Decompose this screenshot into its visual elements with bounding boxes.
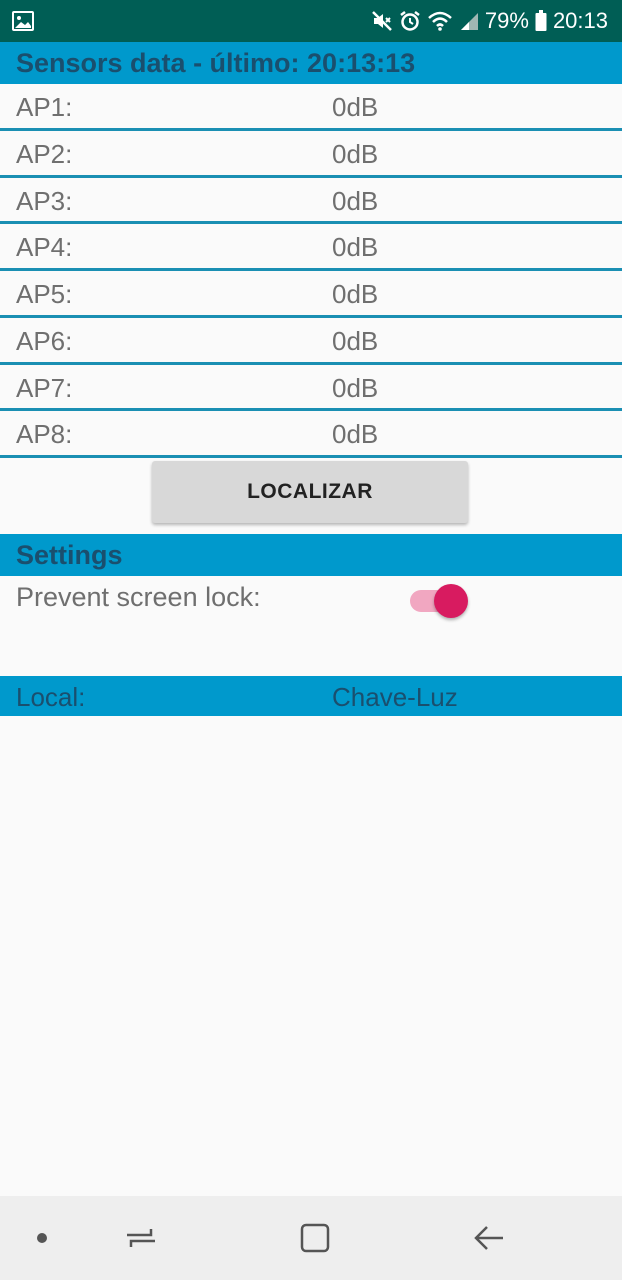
- ap-row-2: AP2: 0dB: [0, 131, 622, 178]
- location-bar: Local: Chave-Luz: [0, 676, 622, 716]
- prevent-lock-label: Prevent screen lock:: [16, 582, 261, 612]
- ap-row-6: AP6: 0dB: [0, 318, 622, 365]
- wifi-icon: [427, 10, 453, 32]
- location-label: Local:: [16, 682, 86, 712]
- alarm-icon: [399, 10, 421, 32]
- toggle-thumb: [434, 584, 468, 618]
- ap-row-1: AP1: 0dB: [0, 84, 622, 131]
- ap-row-3: AP3: 0dB: [0, 178, 622, 225]
- mute-icon: [371, 10, 393, 32]
- ap-row-8: AP8: 0dB: [0, 411, 622, 458]
- ap-label: AP2:: [16, 138, 73, 169]
- ap-row-4: AP4: 0dB: [0, 224, 622, 271]
- location-value: Chave-Luz: [332, 682, 458, 712]
- ap-value: 0dB: [332, 232, 379, 263]
- ap-value: 0dB: [332, 325, 379, 356]
- navigation-bar: [0, 1196, 622, 1280]
- ap-value: 0dB: [332, 92, 379, 122]
- app-screen: 79% 20:13 Sensors data - último: 20:13:1…: [0, 0, 622, 1280]
- recents-icon[interactable]: [118, 1196, 164, 1280]
- ap-label: AP3:: [16, 185, 73, 216]
- battery-percent: 79%: [484, 8, 529, 33]
- clock-time: 20:13: [552, 8, 608, 33]
- ap-list: AP1: 0dB AP2: 0dB AP3: 0dB AP4: 0dB AP5:…: [0, 84, 622, 458]
- ap-label: AP7:: [16, 372, 73, 403]
- localizar-button[interactable]: LOCALIZAR: [152, 461, 468, 523]
- sensors-header: Sensors data - último: 20:13:13: [0, 42, 622, 84]
- ap-value: 0dB: [332, 372, 379, 403]
- ap-value: 0dB: [332, 419, 379, 450]
- ap-label: AP8:: [16, 419, 73, 450]
- signal-icon: [459, 11, 479, 31]
- prevent-lock-toggle[interactable]: [410, 584, 470, 618]
- image-icon: [12, 11, 34, 31]
- ap-label: AP6:: [16, 325, 73, 356]
- battery-icon: [535, 10, 547, 32]
- sensors-header-title: Sensors data - último: 20:13:13: [16, 47, 416, 78]
- ap-row-7: AP7: 0dB: [0, 365, 622, 412]
- back-icon[interactable]: [466, 1196, 512, 1280]
- ap-value: 0dB: [332, 185, 379, 216]
- ap-value: 0dB: [332, 279, 379, 309]
- status-bar: 79% 20:13: [0, 0, 622, 42]
- ap-label: AP1:: [16, 92, 73, 122]
- dot-icon[interactable]: [20, 1196, 64, 1280]
- ap-label: AP4:: [16, 232, 73, 263]
- ap-label: AP5:: [16, 279, 73, 309]
- home-icon[interactable]: [292, 1196, 338, 1280]
- settings-header: Settings: [0, 534, 622, 576]
- ap-value: 0dB: [332, 138, 379, 169]
- settings-header-title: Settings: [16, 539, 123, 570]
- status-icons: 79% 20:13: [371, 0, 608, 42]
- ap-row-5: AP5: 0dB: [0, 271, 622, 318]
